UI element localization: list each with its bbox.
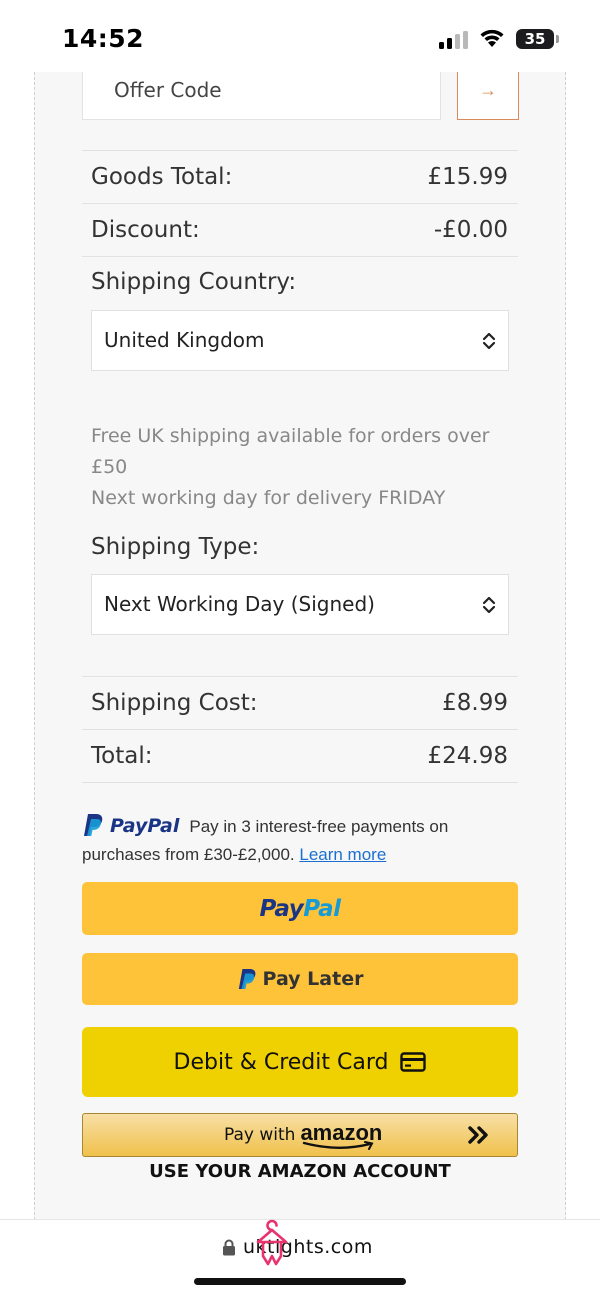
paypal-button[interactable]: PayPal [82,882,518,935]
delivery-day-note: Next working day for delivery FRIDAY [91,487,446,509]
double-chevron-right-icon [468,1126,488,1144]
offer-code-submit-button[interactable]: → [457,72,519,120]
total-value: £24.98 [427,743,508,769]
shipping-type-select[interactable]: Next Working Day (Signed) [91,574,509,635]
shipping-country-label: Shipping Country: [91,269,297,295]
battery-icon: 35 [516,29,554,49]
discount-label: Discount: [91,217,200,243]
discount-row: Discount: -£0.00 [82,204,518,257]
paypal-logo-part1: Pay [259,895,304,922]
shipping-type-value: Next Working Day (Signed) [104,592,375,616]
shipping-country-select[interactable]: United Kingdom [91,310,509,371]
wifi-icon [480,29,504,47]
amazon-logo: amazon [300,1120,382,1150]
offer-code-input[interactable]: Offer Code [82,72,441,120]
debit-credit-card-button[interactable]: Debit & Credit Card [82,1027,518,1097]
shipping-cost-value: £8.99 [442,690,508,716]
home-indicator[interactable] [194,1278,406,1285]
arrow-right-icon: → [479,80,497,100]
free-shipping-note: Free UK shipping available for orders ov… [91,425,490,478]
brand-hanger-icon [256,1219,288,1266]
shipping-type-label: Shipping Type: [91,534,260,560]
total-label: Total: [91,743,153,769]
chevron-up-down-icon [482,596,496,614]
pay-later-label: Pay Later [262,968,364,990]
amazon-pay-button[interactable]: Pay with amazon [82,1113,518,1157]
browser-address-bar[interactable] [0,1219,600,1298]
card-button-label: Debit & Credit Card [173,1049,389,1075]
discount-value: -£0.00 [433,217,508,243]
paypal-pay-later-button[interactable]: Pay Later [82,953,518,1005]
shipping-cost-row: Shipping Cost: £8.99 [82,676,518,730]
paypal-logo-icon [238,969,255,989]
shipping-country-value: United Kingdom [104,328,265,352]
learn-more-link[interactable]: Learn more [299,845,386,864]
status-time: 14:52 [62,24,145,53]
shipping-cost-label: Shipping Cost: [91,690,258,716]
paypal-pay-in-3-message: PayPal Pay in 3 interest-free payments on… [82,813,522,869]
goods-total-row: Goods Total: £15.99 [82,150,518,204]
paypal-logo-part2: Pal [303,895,341,922]
amazon-account-caption: USE YOUR AMAZON ACCOUNT [149,1161,451,1182]
goods-total-value: £15.99 [427,164,508,190]
status-bar: 14:52 35 [0,0,600,72]
paypal-brand-text: PayPal [110,815,180,837]
cellular-signal-icon [439,31,469,49]
credit-card-icon [400,1052,427,1072]
total-row: Total: £24.98 [82,730,518,783]
paypal-logo: PayPal [259,895,342,922]
amazon-pay-prefix: Pay with [224,1125,296,1145]
amazon-smile-icon [303,1141,374,1150]
chevron-up-down-icon [482,332,496,350]
goods-total-label: Goods Total: [91,164,233,190]
lock-icon [223,1239,235,1256]
battery-tip [556,35,559,43]
battery-level: 35 [524,30,546,48]
paypal-logo-icon [84,814,103,836]
